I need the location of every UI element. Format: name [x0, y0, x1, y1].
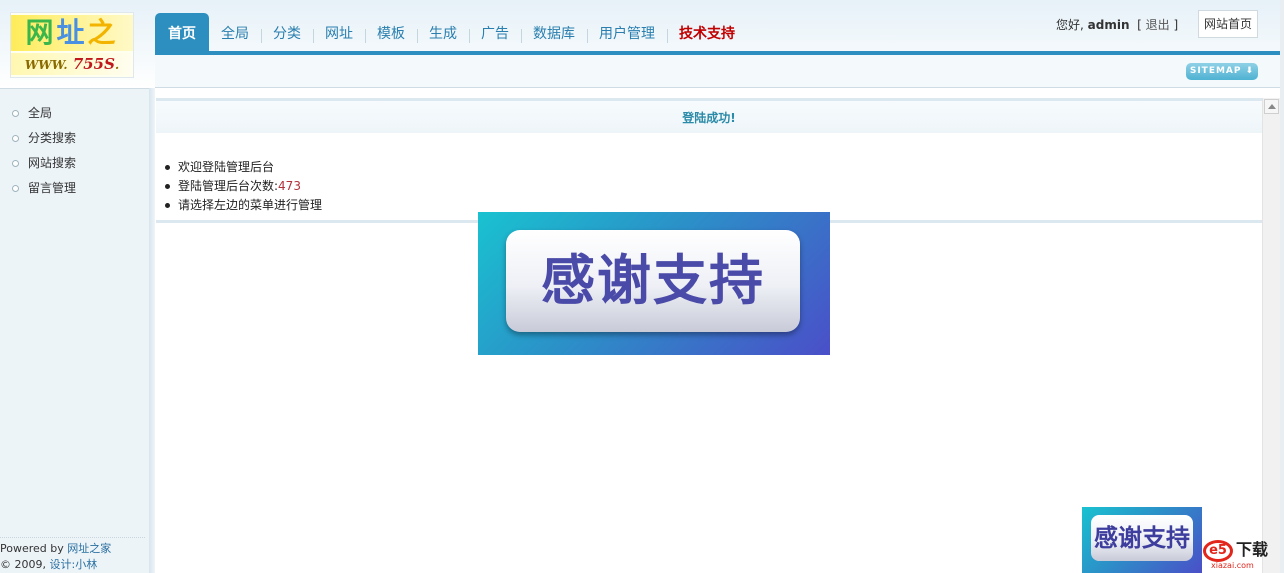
thanks-banner-small[interactable]: 感谢支持: [1082, 507, 1202, 573]
bullet-icon: [12, 160, 19, 167]
thanks-banner[interactable]: 感谢支持: [478, 212, 830, 355]
sidebar-footer: Powered by 网址之家 © 2009, 设计:小林: [0, 537, 145, 573]
sidebar-item-label: 全局: [28, 106, 53, 120]
logo-domain: WWW. 755S.: [11, 53, 133, 75]
thanks-banner-text: 感谢支持: [506, 230, 800, 332]
tab-home[interactable]: 首页: [155, 13, 209, 51]
powered-by-link[interactable]: 网址之家: [67, 542, 111, 555]
logo-char: 网: [25, 16, 57, 49]
e5-logo-icon: e5: [1203, 540, 1233, 562]
tab-user-management[interactable]: 用户管理: [587, 13, 667, 51]
sidebar-item-message-management[interactable]: 留言管理: [12, 176, 76, 201]
logo-char: 址: [56, 16, 88, 49]
bullet-icon: [12, 110, 19, 117]
copyright-text: © 2009,: [0, 558, 46, 571]
sidebar-item-global[interactable]: 全局: [12, 101, 76, 126]
main-nav: 首页 全局 分类 网址 模板 生成 广告 数据库 用户管理 技术支持: [155, 13, 747, 51]
vertical-scrollbar[interactable]: [1262, 98, 1280, 573]
tab-ads[interactable]: 广告: [469, 13, 521, 51]
sidebar-splitter[interactable]: [149, 88, 155, 573]
success-title: 登陆成功!: [156, 101, 1262, 133]
user-info: 您好, admin [ 退出 ]: [1056, 16, 1178, 34]
logo-brand: 755S: [72, 55, 115, 73]
login-count-item: 登陆管理后台次数:473: [164, 177, 322, 196]
tab-generate[interactable]: 生成: [417, 13, 469, 51]
scroll-up-arrow-icon[interactable]: [1264, 99, 1279, 114]
login-count-value: 473: [278, 179, 301, 193]
sidebar-menu: 全局 分类搜索 网站搜索 留言管理: [12, 101, 76, 201]
thanks-banner-small-text: 感谢支持: [1091, 515, 1193, 561]
tab-tech-support[interactable]: 技术支持: [667, 13, 747, 51]
username: admin: [1087, 18, 1130, 32]
copyright-line: © 2009, 设计:小林: [0, 557, 145, 573]
bracket-close: ]: [1173, 18, 1179, 32]
sidebar: 全局 分类搜索 网站搜索 留言管理 Powered by 网址之家 © 2009…: [0, 88, 149, 573]
watermark-url: xiazai.com: [1211, 561, 1254, 570]
sidebar-item-category-search[interactable]: 分类搜索: [12, 126, 76, 151]
sidebar-item-site-search[interactable]: 网站搜索: [12, 151, 76, 176]
welcome-text: 欢迎登陆管理后台: [178, 160, 275, 174]
powered-by-line: Powered by 网址之家: [0, 541, 145, 557]
sub-toolbar: SITEMAP ⬇: [155, 55, 1284, 88]
admin-page: 网址之 WWW. 755S. 首页 全局 分类 网址 模板 生成 广告 数据库 …: [0, 0, 1284, 573]
logo-dot: .: [114, 58, 120, 72]
download-watermark: e5 下载 xiazai.com: [1203, 538, 1275, 570]
hint-item: 请选择左边的菜单进行管理: [164, 196, 323, 215]
logo-title: 网址之: [11, 15, 133, 51]
tab-urls[interactable]: 网址: [313, 13, 365, 51]
sitemap-button[interactable]: SITEMAP ⬇: [1186, 63, 1258, 80]
site-logo[interactable]: 网址之 WWW. 755S.: [10, 12, 134, 78]
sidebar-item-label: 留言管理: [28, 181, 77, 195]
welcome-item: 欢迎登陆管理后台: [164, 158, 322, 177]
logout-link[interactable]: 退出: [1146, 18, 1170, 32]
logo-char: 之: [87, 16, 119, 49]
bullet-icon: [12, 185, 19, 192]
info-list: 欢迎登陆管理后台 登陆管理后台次数:473 请选择左边的菜单进行管理: [164, 158, 323, 215]
hint-text: 请选择左边的菜单进行管理: [178, 198, 323, 212]
watermark-text: 下载: [1236, 540, 1269, 559]
tab-category[interactable]: 分类: [261, 13, 313, 51]
tab-database[interactable]: 数据库: [521, 13, 587, 51]
tab-templates[interactable]: 模板: [365, 13, 417, 51]
greeting: 您好,: [1056, 18, 1084, 32]
powered-by-text: Powered by: [0, 542, 64, 555]
login-count-label: 登陆管理后台次数:: [178, 179, 279, 193]
designer-link[interactable]: 设计:小林: [50, 558, 98, 571]
site-home-button[interactable]: 网站首页: [1198, 10, 1258, 38]
sidebar-item-label: 网站搜索: [28, 156, 77, 170]
bracket-open: [: [1137, 18, 1142, 32]
bullet-icon: [12, 135, 19, 142]
logo-www: WWW.: [24, 58, 68, 72]
window-edge: [1280, 0, 1284, 573]
tab-global[interactable]: 全局: [209, 13, 261, 51]
sidebar-item-label: 分类搜索: [28, 131, 77, 145]
